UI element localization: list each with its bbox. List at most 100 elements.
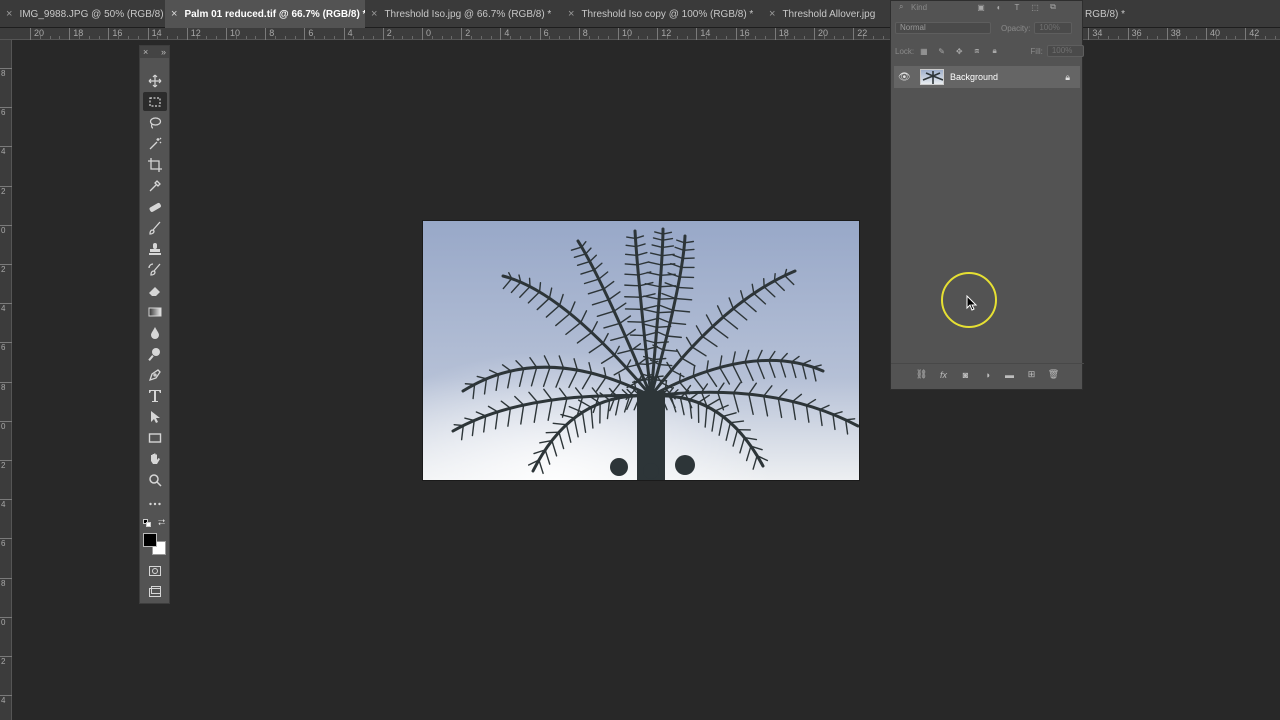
vertical-ruler[interactable]: 8 6 4 2 0 2 4 6 8 0 2 4 6 8 0 2 4 [0, 40, 12, 720]
add-mask-icon[interactable]: ◙ [959, 368, 973, 382]
tab-label: IMG_9988.JPG @ 50% (RGB/8) [19, 8, 164, 20]
lasso-tool[interactable] [143, 113, 167, 132]
tab-label: Threshold Iso copy @ 100% (RGB/8) * [581, 8, 754, 20]
ruler-minor-tick [794, 36, 796, 39]
ruler-label: 22 [853, 28, 867, 40]
lock-transparent-icon[interactable]: ▦ [918, 45, 930, 57]
gradient-tool[interactable] [143, 302, 167, 321]
close-tab-icon[interactable]: × [6, 8, 12, 20]
tab-img-9988[interactable]: × IMG_9988.JPG @ 50% (RGB/8) [0, 0, 165, 28]
tab-threshold-iso-copy[interactable]: × Threshold Iso copy @ 100% (RGB/8) * [562, 0, 763, 28]
ruler-minor-tick [167, 36, 169, 39]
eyedropper-tool[interactable] [143, 176, 167, 195]
lock-artboard-icon[interactable]: ⧈ [971, 45, 983, 57]
eraser-tool[interactable] [143, 281, 167, 300]
close-tab-icon[interactable]: × [171, 8, 177, 20]
pixel-filter-icon[interactable]: ▣ [975, 1, 987, 13]
move-tool[interactable] [143, 71, 167, 90]
blend-mode-dropdown[interactable]: Normal [895, 22, 991, 34]
hand-tool[interactable] [143, 449, 167, 468]
ruler-label: 2 [0, 185, 12, 196]
ruler-minor-tick [637, 36, 639, 39]
foreground-color-swatch[interactable] [143, 533, 157, 547]
ruler-minor-tick [373, 36, 374, 39]
ruler-minor-tick [441, 36, 443, 39]
magic-wand-tool[interactable] [143, 134, 167, 153]
ruler-label: 0 [0, 420, 12, 431]
ruler-label: 6 [539, 28, 549, 40]
ruler-label: 16 [108, 28, 122, 40]
document-canvas[interactable] [422, 220, 860, 481]
lock-image-icon[interactable]: ✎ [936, 45, 948, 57]
type-tool[interactable] [143, 386, 167, 405]
screen-mode-button[interactable] [143, 582, 167, 601]
healing-brush-tool[interactable] [143, 197, 167, 216]
shape-filter-icon[interactable]: ⬚ [1029, 1, 1041, 13]
tab-label: Palm 01 reduced.tif @ 66.7% (RGB/8) * [184, 8, 365, 20]
zoom-tool[interactable] [143, 470, 167, 489]
layer-row-background[interactable]: 👁︎ Background 🔒︎ [894, 66, 1080, 88]
brush-tool[interactable] [143, 218, 167, 237]
quick-mask-button[interactable] [143, 561, 167, 580]
ruler-minor-tick [882, 36, 884, 39]
screen-mode-icon [149, 585, 161, 597]
ruler-label: 2 [461, 28, 470, 40]
ruler-minor-tick [627, 36, 629, 39]
link-layers-icon[interactable]: ⛓︎ [915, 368, 929, 382]
more-tools-button[interactable] [143, 494, 167, 513]
smart-object-filter-icon[interactable]: ⧉ [1047, 1, 1059, 13]
close-panel-icon[interactable]: × [143, 47, 148, 57]
ruler-label: 4 [0, 303, 12, 313]
date-cluster [643, 463, 659, 479]
default-colors-icon[interactable] [143, 519, 151, 527]
ruler-minor-tick [1098, 36, 1100, 39]
lock-position-icon[interactable]: ✥ [953, 45, 965, 57]
palm-leaflet [624, 263, 639, 266]
dodge-tool[interactable] [143, 344, 167, 363]
new-layer-icon[interactable]: ⊞ [1025, 368, 1039, 382]
filter-kind-dropdown[interactable]: Kind [911, 3, 973, 12]
history-brush-tool[interactable] [143, 260, 167, 279]
tab-label: RGB/8) * [1085, 8, 1126, 20]
close-tab-icon[interactable]: × [568, 8, 574, 20]
adjustment-filter-icon[interactable]: ◐ [993, 1, 1005, 13]
clone-stamp-tool[interactable] [143, 239, 167, 258]
search-icon[interactable]: ⌕ [899, 2, 911, 12]
ruler-minor-tick [1196, 36, 1198, 39]
ruler-minor-tick [1176, 36, 1178, 39]
tab-overflow[interactable]: RGB/8) * [1083, 0, 1143, 28]
palm-leaflet [659, 285, 677, 288]
tab-threshold-allover[interactable]: × Threshold Allover.jpg [763, 0, 890, 28]
path-selection-tool[interactable] [143, 407, 167, 426]
close-tab-icon[interactable]: × [769, 8, 775, 20]
palm-leaflet [656, 325, 672, 328]
ruler-label: 20 [30, 28, 44, 40]
adjustment-layer-icon[interactable]: ◑ [981, 368, 995, 382]
tab-threshold-iso[interactable]: × Threshold Iso.jpg @ 66.7% (RGB/8) * [365, 0, 562, 28]
ruler-minor-tick [1137, 36, 1139, 39]
tab-palm-01-reduced[interactable]: × Palm 01 reduced.tif @ 66.7% (RGB/8) * [165, 0, 365, 28]
rectangular-marquee-tool[interactable] [143, 92, 167, 111]
new-group-icon[interactable]: ▬ [1003, 368, 1017, 382]
lock-all-icon[interactable]: 🔒︎ [989, 45, 1001, 57]
opacity-field[interactable]: 100% [1034, 22, 1073, 34]
tools-panel-header[interactable]: × » [140, 46, 169, 58]
close-tab-icon[interactable]: × [371, 8, 377, 20]
rectangle-shape-tool[interactable] [143, 428, 167, 447]
blur-tool[interactable] [143, 323, 167, 342]
tools-panel: × » ⮂ [139, 45, 170, 604]
palm-leaflet [624, 284, 641, 287]
crop-tool[interactable] [143, 155, 167, 174]
swap-colors-icon[interactable]: ⮂ [158, 517, 165, 528]
ruler-label: 42 [1245, 28, 1259, 40]
type-filter-icon[interactable]: T [1011, 1, 1023, 13]
eye-icon[interactable]: 👁︎ [898, 72, 912, 83]
pen-tool[interactable] [143, 365, 167, 384]
ruler-minor-tick [804, 36, 806, 39]
trash-icon[interactable]: 🗑︎ [1047, 368, 1061, 382]
fill-field[interactable]: 100% [1046, 45, 1084, 57]
horizontal-ruler[interactable]: 2018161412108642024681012141618202224262… [0, 28, 1280, 40]
fx-icon[interactable]: fx [937, 368, 951, 382]
collapse-panel-icon[interactable]: » [161, 47, 166, 57]
ruler-minor-tick [49, 36, 51, 39]
